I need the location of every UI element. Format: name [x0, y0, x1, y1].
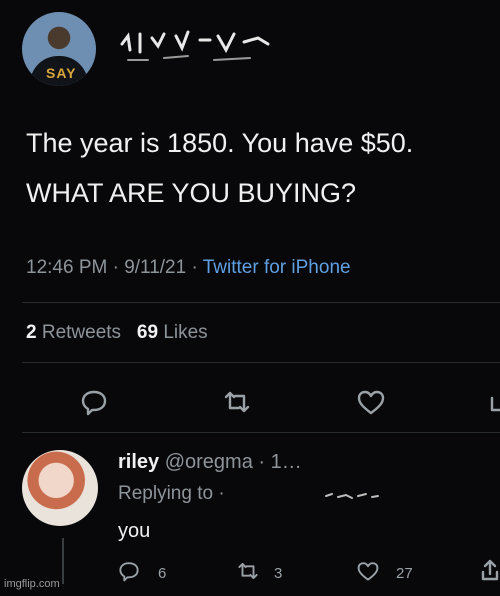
reply-icon[interactable]: [80, 388, 108, 416]
like-count: 69: [136, 322, 159, 343]
redacted-username-scribble: [120, 30, 270, 61]
divider-bottom: [22, 432, 500, 433]
retweets-link[interactable]: 2 Retweets: [26, 322, 121, 343]
retweet-count: 2: [26, 322, 37, 343]
avatar-shirt-text: SAY: [46, 65, 77, 81]
reply-reply-icon[interactable]: [118, 560, 140, 582]
like-label: Likes: [163, 322, 208, 343]
reply-like-count: 27: [396, 565, 413, 582]
retweet-icon[interactable]: [222, 388, 252, 416]
reply-retweet-icon[interactable]: [236, 560, 260, 582]
reply-header: riley @oregma · 1…: [118, 451, 302, 474]
retweet-label: Retweets: [41, 322, 122, 343]
tweet-stats: 2 Retweets 69 Likes: [26, 322, 208, 344]
reply-author-name[interactable]: riley: [118, 451, 159, 473]
reply-text: you: [118, 520, 151, 542]
reply-reply-count: 6: [158, 565, 167, 582]
divider-middle: [22, 362, 500, 363]
share-icon[interactable]: [490, 394, 500, 414]
reply-author-avatar[interactable]: [22, 450, 98, 526]
redacted-replying-handle: [325, 493, 379, 499]
likes-link[interactable]: 69 Likes: [137, 322, 208, 343]
tweet-source-link[interactable]: Twitter for iPhone: [203, 257, 351, 278]
tweet-text-line-2: WHAT ARE YOU BUYING?: [26, 178, 357, 208]
divider-top: [22, 302, 500, 303]
tweet-meta: 12:46 PM · 9/11/21 · Twitter for iPhone: [26, 257, 351, 279]
tweet-text-line-1: The year is 1850. You have $50.: [26, 128, 414, 158]
author-avatar[interactable]: SAY: [22, 12, 96, 86]
replying-to: Replying to ·: [118, 483, 225, 504]
reply-heart-icon[interactable]: [356, 560, 380, 582]
reply-author-handle[interactable]: @oregma · 1…: [165, 451, 302, 473]
tweet-timestamp[interactable]: 12:46 PM · 9/11/21 ·: [26, 257, 203, 278]
thread-connector-line: [62, 538, 64, 584]
watermark: imgflip.com: [4, 578, 60, 590]
heart-icon[interactable]: [356, 388, 386, 416]
reply-share-icon[interactable]: [480, 558, 500, 582]
reply-retweet-count: 3: [274, 565, 283, 582]
